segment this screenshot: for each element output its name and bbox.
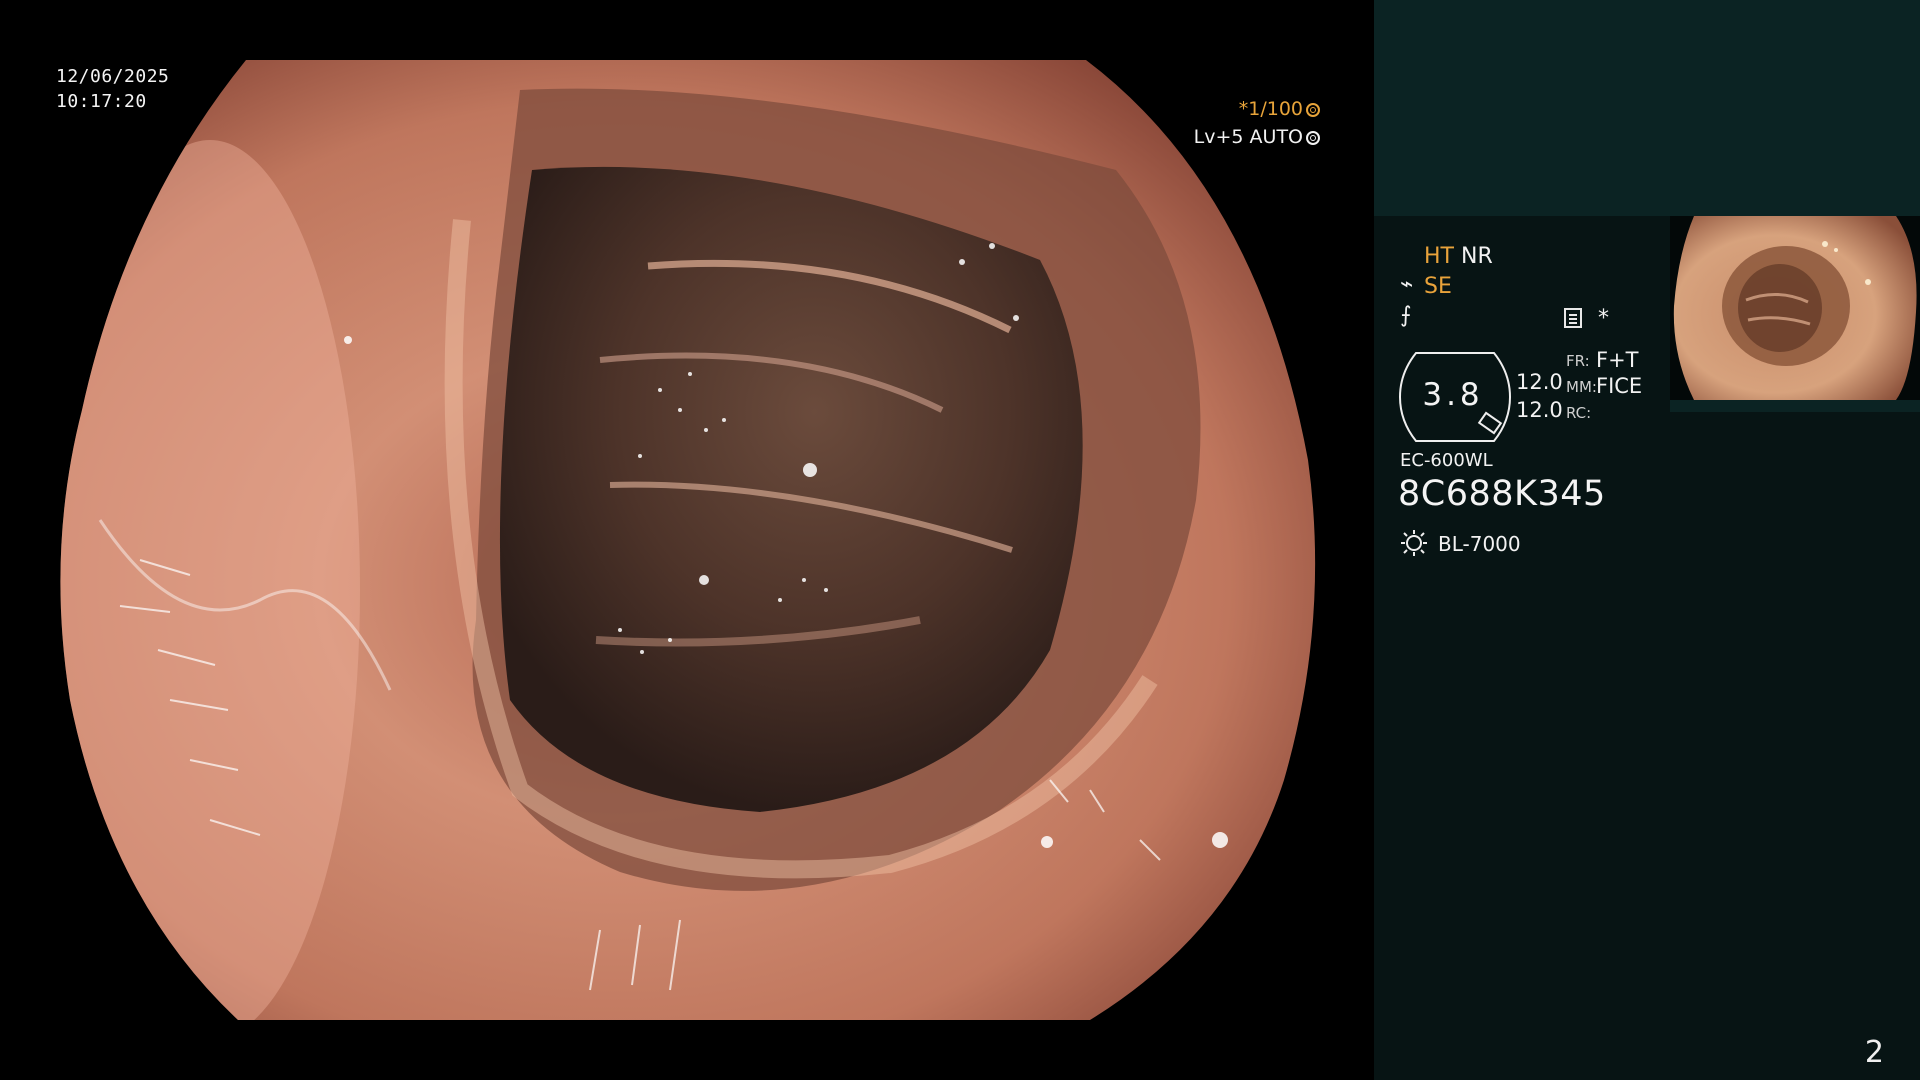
zoom-value: 3.8 [1422,377,1484,413]
shutter-value: *1/100 [1238,98,1303,120]
status-se: SE [1424,274,1452,299]
status-nr: NR [1460,244,1493,269]
fr-value: F+T [1596,348,1639,372]
scope-model: EC-600WL [1400,450,1493,471]
panel-header-area [1374,0,1920,216]
page-number: 2 [1864,1035,1884,1070]
setting-value-1: 12.0 [1516,370,1563,394]
exposure-level-display: Lv+5 AUTO [1194,126,1320,148]
status-ht-nr: HT NR [1424,244,1493,270]
fr-label: FR: [1566,352,1590,370]
mm-label: MM: [1566,378,1597,396]
menu-icon [1564,308,1582,328]
shutter-speed-display: *1/100 [1239,98,1320,120]
mm-value: FICE [1596,374,1643,398]
mode-icon: ⨍ [1400,303,1412,328]
brightness-icon: ⌁ [1400,272,1414,297]
status-ht: HT [1424,244,1454,269]
zoom-display: 3.8 [1398,351,1512,443]
star-icon: * [1598,306,1609,331]
exposure-level-value: Lv+5 AUTO [1193,126,1303,148]
right-status-panel: HT NR ⌁ SE ⨍ * 3.8 12.0 12.0 FR: F+T MM:… [1374,0,1920,1080]
time-value: 10:17:20 [56,91,147,112]
light-source-value: BL-7000 [1438,532,1521,556]
setting-value-2: 12.0 [1516,398,1563,422]
date-time-display: 12/06/2025 10:17:20 [56,64,169,114]
light-source-icon [1401,530,1427,556]
shutter-icon [1306,103,1320,117]
auto-icon [1306,131,1320,145]
date-value: 12/06/2025 [56,66,170,87]
rc-label: RC: [1566,404,1592,422]
endoscope-image-area: 12/06/2025 10:17:20 *1/100 Lv+5 AUTO [0,0,1372,1080]
reference-thumbnail [1670,216,1920,412]
endoscope-image [0,0,1372,1080]
scope-serial-number: 8C688K345 [1398,474,1606,514]
